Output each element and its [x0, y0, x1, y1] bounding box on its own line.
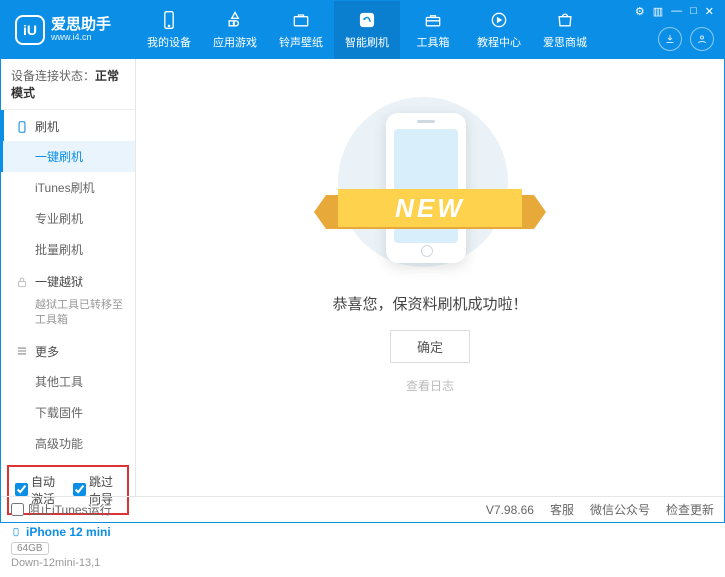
wechat-link[interactable]: 微信公众号 — [590, 501, 650, 518]
tutorial-icon — [489, 10, 509, 30]
phone-icon — [159, 10, 179, 30]
user-button[interactable] — [690, 27, 714, 51]
brand-subtitle: www.i4.cn — [51, 33, 111, 43]
download-button[interactable] — [658, 27, 682, 51]
device-info[interactable]: iPhone 12 mini 64GB Down-12mini-13,1 — [1, 519, 135, 577]
lock-icon — [15, 275, 29, 289]
check-update-link[interactable]: 检查更新 — [666, 501, 714, 518]
section-more: 更多 其他工具 下载固件 高级功能 — [1, 335, 135, 459]
settings-icon[interactable]: ⚙ — [635, 5, 645, 18]
brand: iU 爱思助手 www.i4.cn — [1, 15, 136, 45]
status-bar: 阻止iTunes运行 V7.98.66 客服 微信公众号 检查更新 — [1, 496, 724, 522]
sidebar-item-download-firmware[interactable]: 下载固件 — [1, 397, 135, 428]
view-log-link[interactable]: 查看日志 — [406, 377, 454, 394]
nav-toolbox[interactable]: 工具箱 — [400, 1, 466, 59]
menu-icon — [15, 344, 29, 358]
app-window: iU 爱思助手 www.i4.cn 我的设备 应用游戏 铃声壁纸 智能刷机 — [0, 0, 725, 523]
body: 设备连接状态：正常模式 刷机 一键刷机 iTunes刷机 专业刷机 批量刷机 一… — [1, 59, 724, 496]
auto-activate-input[interactable] — [15, 483, 28, 496]
nav-label: 铃声壁纸 — [279, 34, 323, 50]
success-message: 恭喜您，保资料刷机成功啦！ — [332, 293, 527, 314]
customer-service-link[interactable]: 客服 — [550, 501, 574, 518]
section-jailbreak-title: 一键越狱 — [35, 273, 83, 290]
version-label: V7.98.66 — [486, 503, 534, 517]
success-illustration: NEW — [320, 97, 540, 267]
sidebar-item-pro-flash[interactable]: 专业刷机 — [1, 203, 135, 234]
section-flash-head[interactable]: 刷机 — [1, 110, 135, 141]
section-jailbreak: 一键越狱 越狱工具已转移至工具箱 — [1, 265, 135, 335]
device-storage-badge: 64GB — [11, 542, 49, 555]
device-firmware: Down-12mini-13,1 — [11, 557, 125, 569]
sidebar-item-itunes-flash[interactable]: iTunes刷机 — [1, 172, 135, 203]
nav-ringtone-wallpaper[interactable]: 铃声壁纸 — [268, 1, 334, 59]
brand-logo-icon: iU — [15, 15, 45, 45]
sidebar-item-advanced[interactable]: 高级功能 — [1, 428, 135, 459]
nav-tutorial[interactable]: 教程中心 — [466, 1, 532, 59]
nav-store[interactable]: 爱思商城 — [532, 1, 598, 59]
top-nav: 我的设备 应用游戏 铃声壁纸 智能刷机 工具箱 教程中心 — [136, 1, 598, 59]
sidebar: 设备连接状态：正常模式 刷机 一键刷机 iTunes刷机 专业刷机 批量刷机 一… — [1, 59, 136, 496]
store-icon — [555, 10, 575, 30]
main-content: NEW 恭喜您，保资料刷机成功啦！ 确定 查看日志 — [136, 59, 724, 496]
nav-apps-games[interactable]: 应用游戏 — [202, 1, 268, 59]
new-ribbon: NEW — [320, 189, 540, 235]
window-controls: ⚙ ▥ — □ ✕ — [635, 5, 718, 18]
section-flash: 刷机 一键刷机 iTunes刷机 专业刷机 批量刷机 — [1, 110, 135, 265]
apps-icon — [225, 10, 245, 30]
maximize-button[interactable]: □ — [690, 5, 697, 18]
block-itunes-input[interactable] — [11, 503, 24, 516]
nav-label: 工具箱 — [417, 34, 450, 50]
nav-label: 教程中心 — [477, 34, 521, 50]
jailbreak-note: 越狱工具已转移至工具箱 — [35, 298, 125, 329]
titlebar: iU 爱思助手 www.i4.cn 我的设备 应用游戏 铃声壁纸 智能刷机 — [1, 1, 724, 59]
ok-button[interactable]: 确定 — [390, 330, 470, 363]
nav-label: 智能刷机 — [345, 34, 389, 50]
sidebar-item-other-tools[interactable]: 其他工具 — [1, 366, 135, 397]
toolbox-icon — [423, 10, 443, 30]
block-itunes-label: 阻止iTunes运行 — [28, 501, 112, 518]
nav-label: 我的设备 — [147, 34, 191, 50]
briefcase-icon — [291, 10, 311, 30]
ribbon-text: NEW — [338, 189, 522, 227]
connection-status: 设备连接状态：正常模式 — [1, 59, 135, 110]
device-phone-icon — [11, 525, 21, 539]
illustration-phone-icon — [386, 113, 466, 263]
sidebar-item-batch-flash[interactable]: 批量刷机 — [1, 234, 135, 265]
nav-label: 应用游戏 — [213, 34, 257, 50]
sidebar-item-onekey-flash[interactable]: 一键刷机 — [1, 141, 135, 172]
nav-smart-flash[interactable]: 智能刷机 — [334, 1, 400, 59]
conn-status-label: 设备连接状态： — [11, 69, 95, 83]
refresh-icon — [357, 10, 377, 30]
nav-my-device[interactable]: 我的设备 — [136, 1, 202, 59]
section-more-head[interactable]: 更多 — [1, 335, 135, 366]
block-itunes-checkbox[interactable]: 阻止iTunes运行 — [11, 501, 112, 518]
section-flash-title: 刷机 — [35, 118, 59, 135]
skin-icon[interactable]: ▥ — [653, 5, 663, 18]
minimize-button[interactable]: — — [671, 5, 682, 18]
close-button[interactable]: ✕ — [705, 5, 714, 18]
nav-label: 爱思商城 — [543, 34, 587, 50]
section-more-title: 更多 — [35, 343, 59, 360]
skip-guide-input[interactable] — [73, 483, 86, 496]
phone-small-icon — [15, 120, 29, 134]
device-name: iPhone 12 mini — [26, 525, 111, 539]
brand-title: 爱思助手 — [51, 17, 111, 34]
section-jailbreak-head[interactable]: 一键越狱 — [1, 265, 135, 296]
